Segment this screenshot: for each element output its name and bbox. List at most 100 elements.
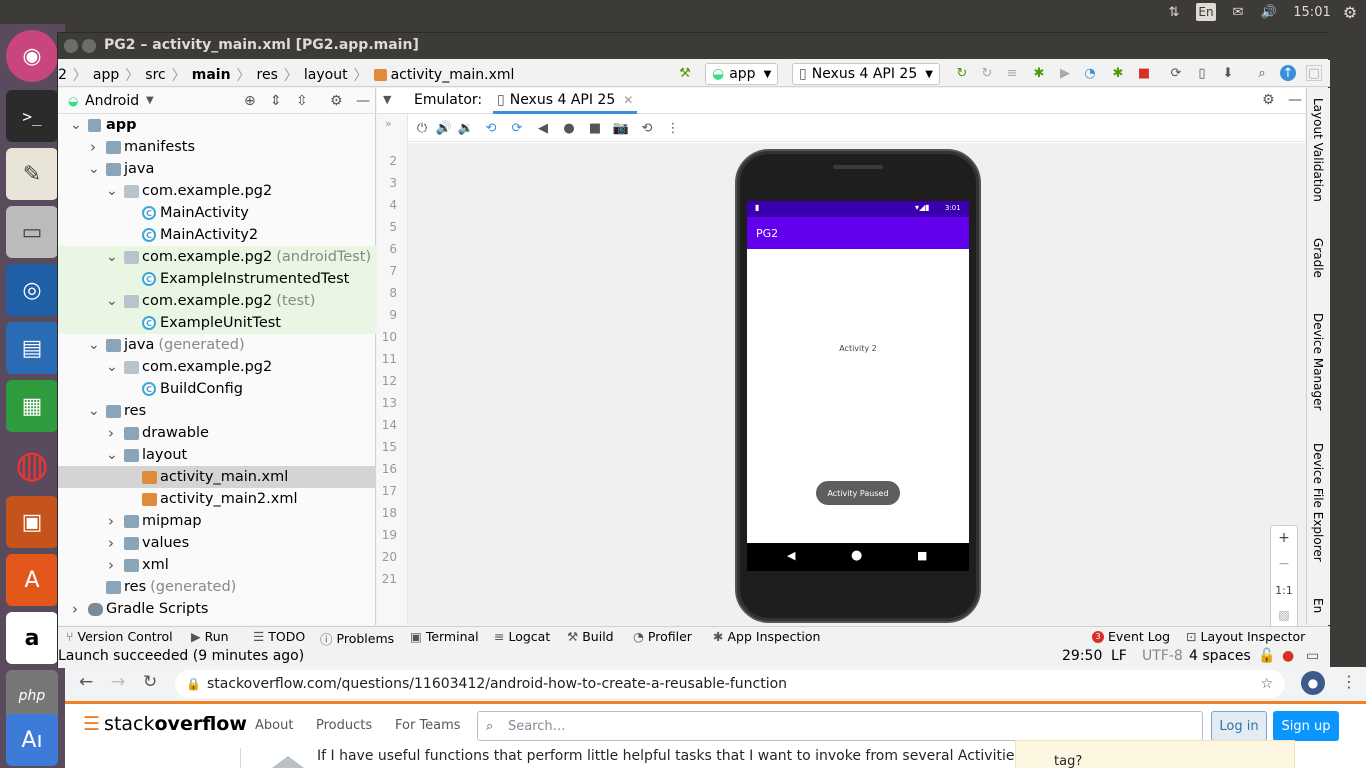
profile-avatar[interactable]: ● [1301,671,1325,695]
line-separator[interactable]: LF [1111,648,1127,664]
back-icon[interactable]: ◀ [535,120,551,136]
file-encoding[interactable]: UTF-8 [1142,648,1183,664]
tool-window-run[interactable]: ▶ Run [191,629,229,644]
apply-changes-icon[interactable]: ↻ [979,65,995,81]
search-icon[interactable]: ⌕ [1254,65,1270,81]
tree-row[interactable]: › xml [58,554,376,576]
minimize-panel-icon[interactable]: — [356,93,370,109]
tree-row[interactable]: ⌄ java [58,158,376,180]
chevron-right-icon[interactable]: › [88,138,98,156]
zoom-actual-button[interactable]: 1:1 [1271,584,1297,597]
event-log-button[interactable]: 3 Event Log [1092,629,1170,644]
indent-setting[interactable]: 4 spaces [1189,648,1251,664]
more-options-icon[interactable]: ⋮ [665,120,681,136]
tab-emulator-device[interactable]: ▯ Nexus 4 API 25 ✕ [493,88,638,114]
status-message[interactable]: Launch succeeded (9 minutes ago) [58,648,304,664]
chevron-down-icon[interactable]: ⌄ [106,183,118,199]
debug-icon[interactable]: ✱ [1031,65,1047,81]
tree-row[interactable]: activity_main2.xml [58,488,376,510]
update-icon[interactable]: ↑ [1280,65,1296,81]
tool-window-profiler[interactable]: ◔ Profiler [633,629,692,644]
close-icon[interactable]: ✕ [623,93,633,107]
chevron-down-icon[interactable]: ▼ [146,95,154,106]
chevron-right-icon[interactable]: › [106,534,116,552]
file-manager-icon[interactable]: ▭ [6,206,58,258]
tree-row[interactable]: ⌄ res [58,400,376,422]
tool-window-logcat[interactable]: ≡ Logcat [494,629,550,644]
sdk-manager-icon[interactable]: ⬇ [1220,65,1236,81]
right-tool-window-tab[interactable]: Gradle [1311,238,1325,278]
zoom-in-button[interactable]: + [1271,530,1297,546]
chevron-down-icon[interactable]: ⌄ [88,403,100,419]
tool-window-problems[interactable]: ⓘ Problems [320,629,394,648]
android-studio-icon[interactable]: Aı [6,714,58,766]
volume-down-icon[interactable]: 🔉 [458,120,474,136]
minimize-window-button[interactable] [82,39,96,53]
coverage-icon[interactable]: ▶ [1057,65,1073,81]
device-select[interactable]: ▯ Nexus 4 API 25 ▼ [792,63,940,85]
layout-inspector-button[interactable]: ⊡ Layout Inspector [1186,629,1305,644]
impress-icon[interactable]: ▣ [6,496,58,548]
tree-row[interactable]: › manifests [58,136,376,158]
network-icon[interactable]: ⇅ [1163,3,1185,21]
tree-row[interactable]: ⌄ com.example.pg2 [58,356,376,378]
back-arrow-icon[interactable]: ← [79,672,93,692]
expand-all-icon[interactable]: ⇕ [270,93,282,109]
tree-row[interactable]: › mipmap [58,510,376,532]
chevron-right-icon[interactable]: › [106,556,116,574]
mail-icon[interactable]: ✉ [1228,3,1248,21]
tree-row[interactable]: › Gradle Scripts [58,598,376,620]
tree-row[interactable]: › values [58,532,376,554]
gear-icon[interactable]: ⚙ [330,93,343,109]
tool-window-branch[interactable]: ⑂ Version Control [66,629,173,644]
hammer-build-icon[interactable]: ⚒ [677,65,693,81]
amazon-icon[interactable]: a [6,612,58,664]
right-tool-window-tab[interactable]: En [1311,598,1325,613]
home-icon[interactable]: ● [561,120,577,136]
tree-row[interactable]: C ExampleInstrumentedTest [58,268,376,290]
user-icon[interactable]: ▢ [1306,65,1322,81]
gear-icon[interactable]: ⚙ [1262,92,1275,108]
nav-for-teams[interactable]: For Teams [395,718,461,733]
locate-icon[interactable]: ⊕ [244,93,256,109]
minimize-panel-icon[interactable]: — [1288,92,1302,108]
profile-icon[interactable]: ◔ [1082,65,1098,81]
terminal-icon[interactable]: >_ [6,90,58,142]
memory-icon[interactable]: ▭ [1306,648,1319,664]
ubuntu-dash-icon[interactable]: ◉ [6,30,58,82]
error-icon[interactable]: ● [1282,648,1294,664]
right-tool-window-tab[interactable]: Device File Explorer [1311,443,1325,562]
menu-kebab-icon[interactable]: ⋮ [1341,672,1357,691]
breadcrumb-item[interactable]: src [145,67,165,83]
chevron-down-icon[interactable]: ⌄ [106,293,118,309]
overview-icon[interactable]: ■ [587,120,603,136]
tree-row[interactable]: ⌄ app [58,114,376,136]
login-button[interactable]: Log in [1211,711,1267,741]
tool-window-build[interactable]: ⚒ Build [567,629,614,644]
bookmark-star-icon[interactable]: ☆ [1260,676,1273,692]
tree-row[interactable]: C BuildConfig [58,378,376,400]
sync-gradle-icon[interactable]: ⟳ [1168,65,1184,81]
chevron-down-icon[interactable]: ⌄ [106,359,118,375]
project-view-select[interactable]: Android [85,93,139,109]
calc-icon[interactable]: ▦ [6,380,58,432]
tool-window-terminal[interactable]: ▣ Terminal [410,629,479,644]
settings-gear-icon[interactable]: ⚙ [1340,3,1360,22]
tree-row[interactable]: ⌄ layout [58,444,376,466]
power-icon[interactable]: ⏻ [414,120,430,136]
tree-row[interactable]: ⌄ com.example.pg2 [58,180,376,202]
tree-row[interactable]: › drawable [58,422,376,444]
phone-screen[interactable]: ▮ ▾◢▮ 3:01 PG2 Activity 2 Activity Pause… [747,201,969,571]
reload-icon[interactable]: ↻ [143,672,157,692]
nav-back-icon[interactable]: ◀ [787,549,795,562]
chevron-down-icon[interactable]: ⌄ [70,117,82,133]
caret-position[interactable]: 29:50 [1062,648,1102,664]
address-bar[interactable]: 🔒 stackoverflow.com/questions/11603412/a… [175,670,1285,698]
clock[interactable]: 15:01 [1292,3,1332,21]
volume-icon[interactable]: 🔊 [1258,3,1280,21]
screenshot-icon[interactable]: 📷 [613,120,629,136]
forward-arrow-icon[interactable]: → [111,672,125,692]
tree-row[interactable]: res (generated) [58,576,376,598]
right-tool-window-tab[interactable]: Layout Validation [1311,98,1325,202]
rerun-icon[interactable]: ↻ [954,65,970,81]
